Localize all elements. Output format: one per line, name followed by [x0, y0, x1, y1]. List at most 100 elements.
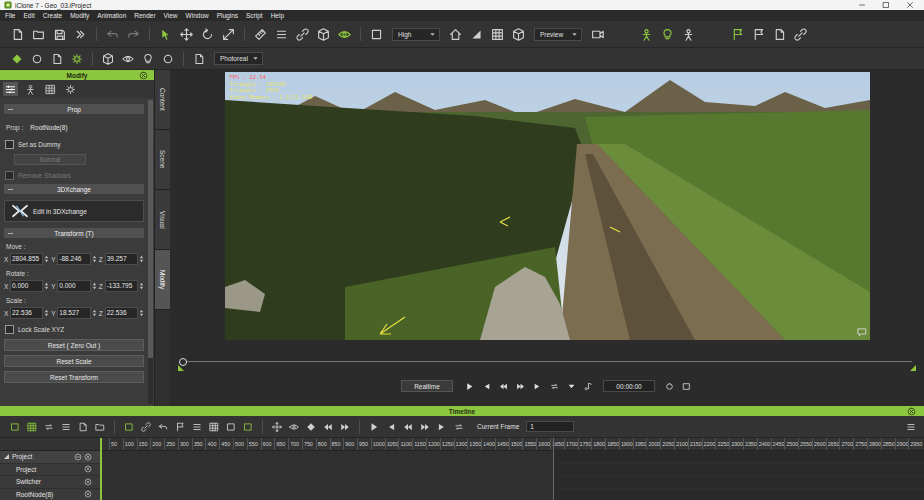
side-tab[interactable]: Modify: [155, 250, 170, 310]
object-button[interactable]: [99, 51, 117, 67]
preview-icon[interactable]: [122, 53, 134, 65]
flag-button[interactable]: [173, 421, 187, 433]
track-list-icon[interactable]: [61, 422, 71, 432]
motion-icon[interactable]: [25, 84, 36, 95]
visibility-icon[interactable]: [338, 28, 351, 41]
spinner-icon[interactable]: [92, 254, 97, 264]
expand-icon[interactable]: [4, 454, 9, 459]
onion-button[interactable]: [287, 421, 301, 433]
flag-icon[interactable]: [175, 422, 185, 432]
align-icon[interactable]: [254, 28, 267, 41]
edit-in-3dxchange-button[interactable]: Edit in 3DXchange: [4, 200, 144, 222]
current-frame-input[interactable]: 1: [526, 421, 574, 432]
link-tracks-icon[interactable]: [141, 422, 151, 432]
light-button[interactable]: [658, 26, 677, 43]
rotate-icon[interactable]: [201, 28, 214, 41]
prev-key-button[interactable]: [321, 421, 335, 433]
spinner-icon[interactable]: [92, 308, 97, 318]
script-icon[interactable]: [773, 28, 786, 41]
section-header[interactable]: Transform (T): [4, 228, 144, 238]
previous-frame-button[interactable]: [497, 381, 510, 392]
redo-button[interactable]: [124, 26, 143, 43]
number-input[interactable]: 39.257: [105, 253, 138, 265]
new-project-button[interactable]: [8, 26, 27, 43]
render-mode-dropdown[interactable]: Photoreal: [214, 52, 263, 65]
sync-icon[interactable]: [44, 422, 54, 432]
panel-tab[interactable]: [43, 82, 58, 96]
menu-item[interactable]: Animation: [97, 12, 126, 19]
viewport-layout-button[interactable]: [367, 26, 386, 43]
number-input[interactable]: 18.527: [57, 307, 90, 319]
link-tracks-button[interactable]: [139, 421, 153, 433]
menu-item[interactable]: Window: [186, 12, 209, 19]
range-end-icon[interactable]: [910, 365, 916, 371]
track-lane[interactable]: [100, 464, 924, 476]
first-frame-icon[interactable]: [482, 382, 491, 391]
filter-button[interactable]: [122, 421, 136, 433]
remove-shadows-checkbox[interactable]: Remove Shadows: [5, 170, 144, 181]
menu-item[interactable]: Create: [43, 12, 63, 19]
number-input[interactable]: 0.000: [10, 280, 43, 292]
select-icon[interactable]: [159, 28, 172, 41]
puppet-icon[interactable]: [682, 28, 695, 41]
range-start-icon[interactable]: [178, 365, 184, 371]
material-icon[interactable]: [45, 84, 56, 95]
properties-icon[interactable]: [51, 53, 63, 65]
lighting-icon[interactable]: [142, 53, 154, 65]
viewport-message-icon[interactable]: [857, 327, 867, 337]
lighting-button[interactable]: [139, 51, 157, 67]
spinner-icon[interactable]: [44, 281, 49, 291]
home-view-button[interactable]: [446, 26, 465, 43]
terrain-icon[interactable]: [470, 28, 483, 41]
open-icon[interactable]: [32, 28, 45, 41]
last-frame-button[interactable]: [531, 381, 544, 392]
link-icon[interactable]: [296, 28, 309, 41]
camera-icon[interactable]: [591, 28, 604, 41]
play-button[interactable]: [463, 381, 476, 392]
panel-tab[interactable]: [23, 82, 38, 96]
collect-icon[interactable]: [95, 422, 105, 432]
maximize-icon[interactable]: [882, 1, 890, 9]
transition-icon[interactable]: [272, 422, 282, 432]
play-icon[interactable]: [465, 382, 474, 391]
tl-play-icon[interactable]: [369, 422, 379, 432]
pick-parent-icon[interactable]: [317, 28, 330, 41]
distribute-icon[interactable]: [275, 28, 288, 41]
spinner-icon[interactable]: [92, 281, 97, 291]
render-settings-button[interactable]: [190, 51, 208, 67]
rotate-button[interactable]: [198, 26, 217, 43]
menu-item[interactable]: Help: [271, 12, 284, 19]
grid-snap-button[interactable]: [207, 421, 221, 433]
loop-range-icon[interactable]: [243, 422, 253, 432]
camera-fit-icon[interactable]: [512, 28, 525, 41]
menu-item[interactable]: Modify: [70, 12, 89, 19]
menu-item[interactable]: Render: [134, 12, 155, 19]
timeline-ruler[interactable]: 5010015020025030035040045050055060065070…: [100, 438, 924, 450]
prev-key-icon[interactable]: [323, 422, 333, 432]
collect-button[interactable]: [93, 421, 107, 433]
track-toggle-button[interactable]: [8, 421, 22, 433]
tl-first-icon[interactable]: [386, 422, 396, 432]
save-button[interactable]: [50, 26, 69, 43]
close-icon[interactable]: [906, 1, 914, 9]
track-remove-icon[interactable]: [84, 453, 92, 461]
time-slider-knob[interactable]: [179, 358, 187, 366]
timeline-options-button[interactable]: [904, 421, 918, 433]
clip-button[interactable]: [76, 421, 90, 433]
track-lane[interactable]: [100, 476, 924, 488]
time-display[interactable]: 00:00:00: [603, 380, 655, 392]
settings-icon[interactable]: [71, 53, 83, 65]
tl-next-button[interactable]: [418, 421, 432, 433]
end-frame-marker[interactable]: [553, 438, 554, 500]
distribute-button[interactable]: [272, 26, 291, 43]
next-key-button[interactable]: [338, 421, 352, 433]
grid-snap-icon[interactable]: [209, 422, 219, 432]
scale-icon[interactable]: [222, 28, 235, 41]
scrollbar[interactable]: [148, 100, 153, 404]
spinner-icon[interactable]: [139, 254, 144, 264]
sound-icon[interactable]: [584, 382, 593, 391]
sliders-icon[interactable]: [5, 84, 16, 95]
track-remove-icon[interactable]: [84, 478, 92, 486]
quality-dropdown[interactable]: High: [392, 28, 440, 41]
menu-item[interactable]: View: [164, 12, 178, 19]
